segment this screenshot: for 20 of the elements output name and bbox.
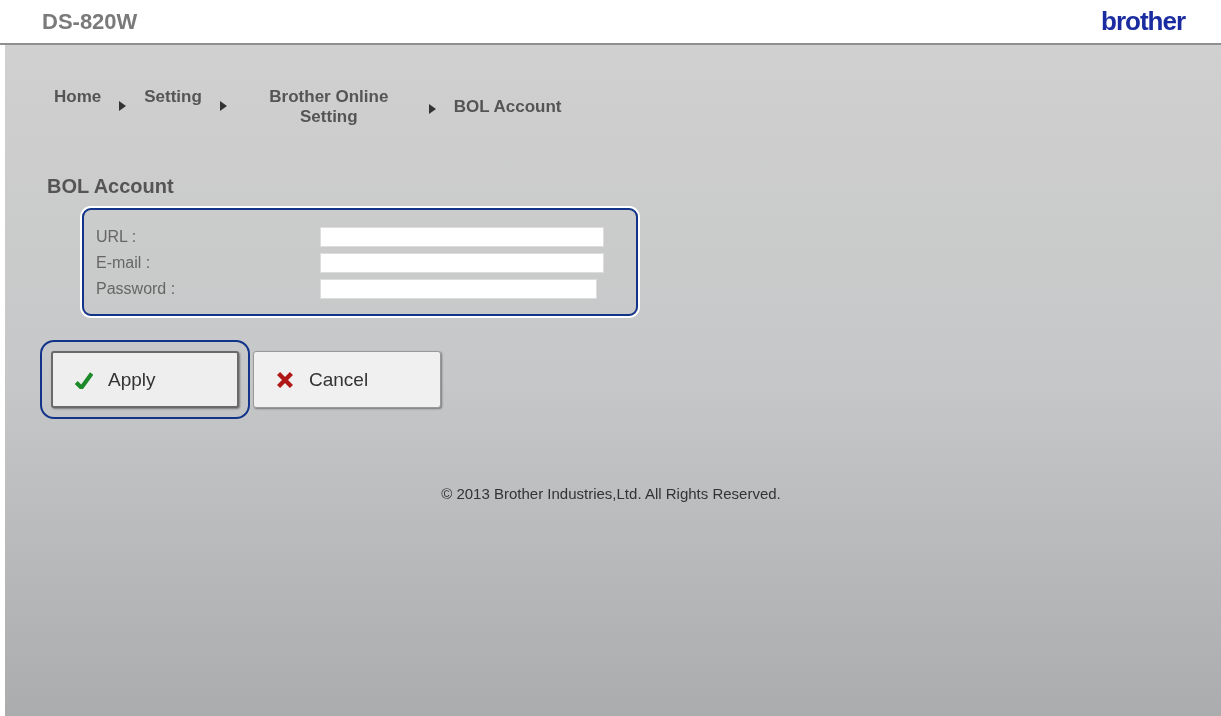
field-label: Password : <box>96 279 177 298</box>
breadcrumb-link[interactable]: Home <box>54 87 102 107</box>
breadcrumb-link[interactable]: Brother Online Setting <box>258 87 399 127</box>
cancel-button[interactable]: Cancel <box>253 351 441 408</box>
cross-icon <box>276 370 294 389</box>
arrow-icon <box>219 101 227 111</box>
copyright-text: © 2013 Brother Industries,Ltd. All Rights Reserved. <box>440 485 782 502</box>
input-field[interactable] <box>320 226 604 247</box>
breadcrumb-link[interactable]: Setting <box>144 87 202 107</box>
input-field[interactable] <box>320 278 597 299</box>
checkmark-icon <box>75 370 93 389</box>
field-label: URL : <box>96 227 138 246</box>
brand-logo: brother <box>1101 6 1185 37</box>
arrow-icon <box>428 104 436 114</box>
breadcrumb-current: BOL Account <box>453 97 562 117</box>
field-label: E-mail : <box>96 253 152 272</box>
page-heading: BOL Account <box>47 175 175 198</box>
input-field[interactable] <box>320 252 604 273</box>
model-name: DS-820W <box>42 8 138 35</box>
arrow-icon <box>119 101 127 111</box>
